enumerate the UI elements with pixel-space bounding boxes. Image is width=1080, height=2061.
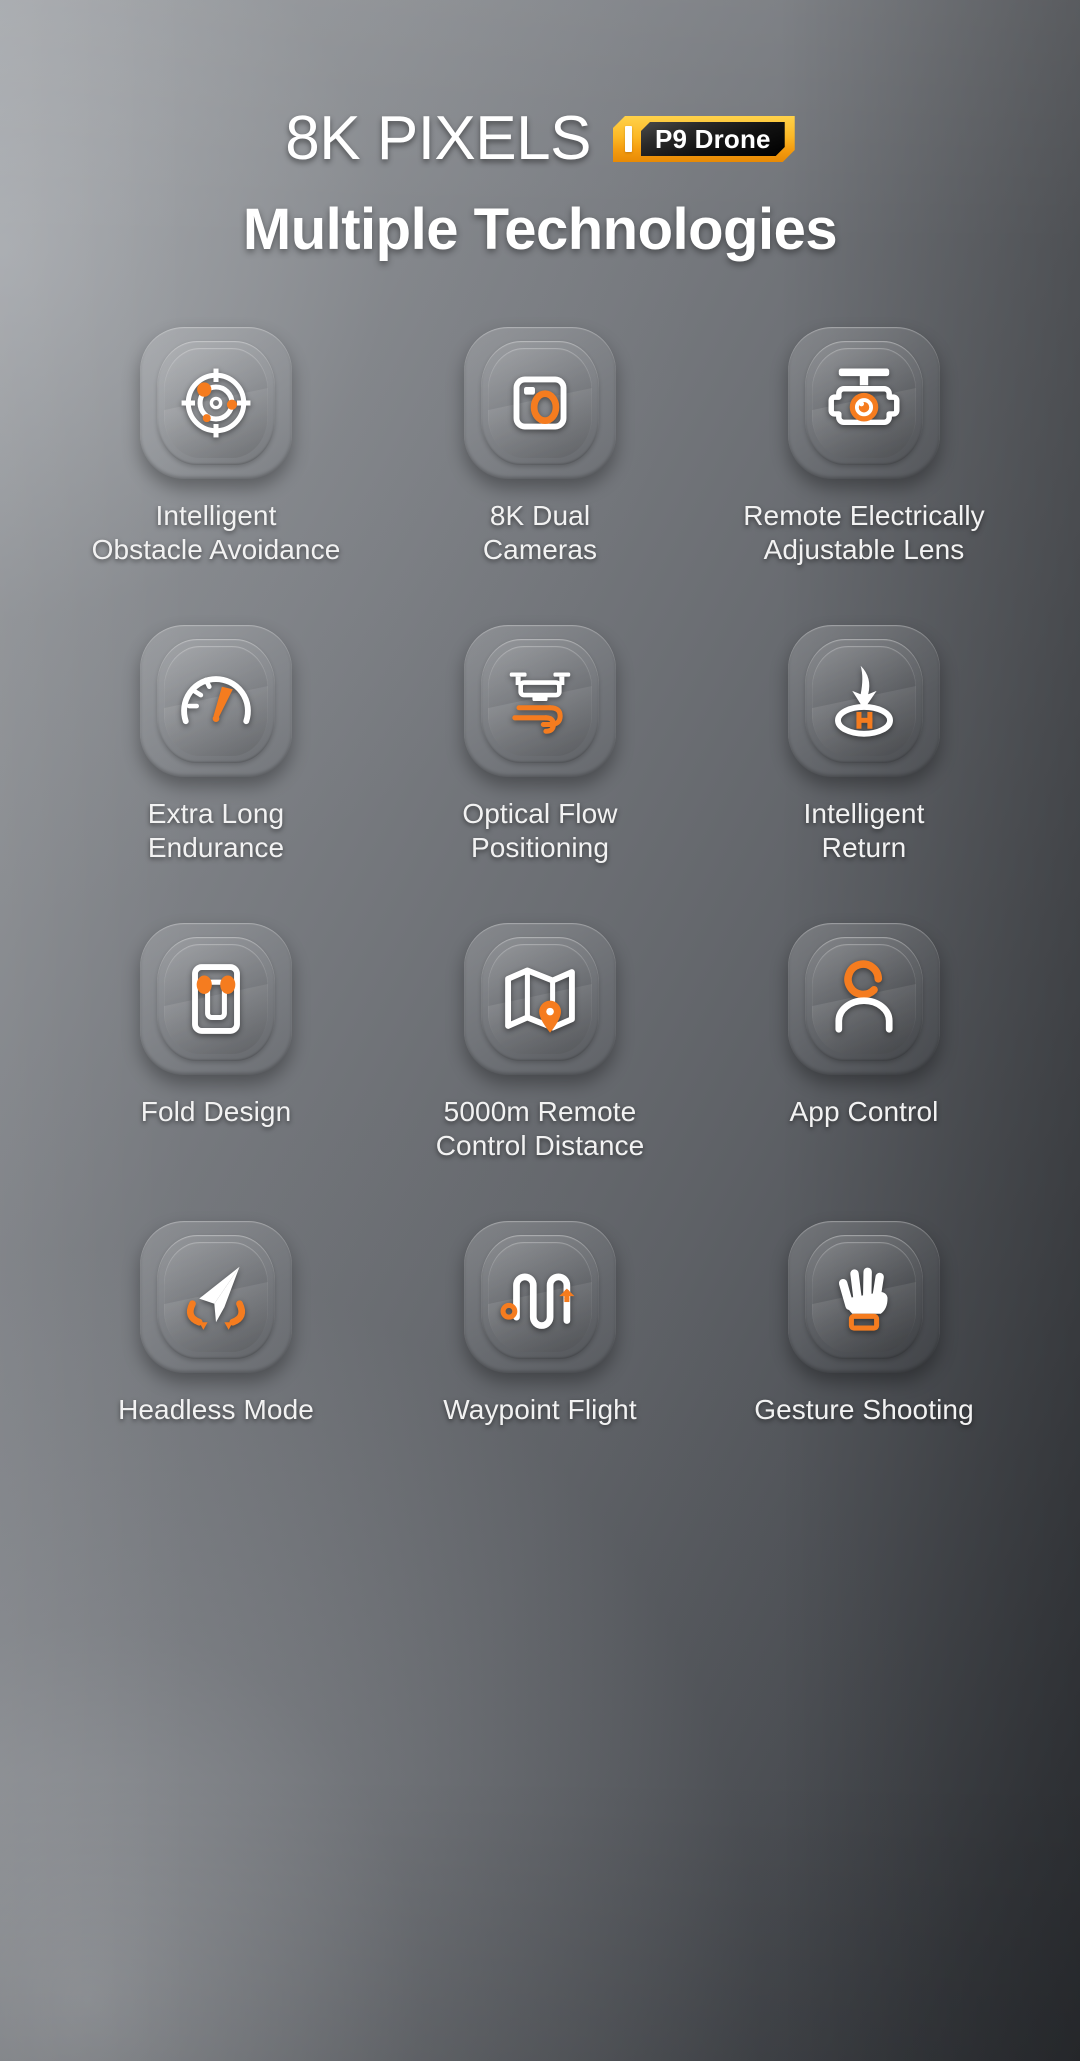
feature-label: Intelligent Obstacle Avoidance bbox=[92, 499, 341, 567]
feature-label: Remote Electrically Adjustable Lens bbox=[743, 499, 985, 567]
feature-item: App Control bbox=[702, 923, 1026, 1221]
feature-item: Remote Electrically Adjustable Lens bbox=[702, 327, 1026, 625]
feature-item: Fold Design bbox=[54, 923, 378, 1221]
feature-item: Extra Long Endurance bbox=[54, 625, 378, 923]
feature-tile bbox=[464, 625, 616, 777]
feature-tile bbox=[140, 327, 292, 479]
product-badge: P9 Drone bbox=[613, 116, 795, 162]
badge-label: P9 Drone bbox=[655, 124, 771, 155]
return-to-home-icon bbox=[822, 659, 906, 743]
feature-item: Intelligent Return bbox=[702, 625, 1026, 923]
header: 8K PIXELS P9 Drone Multiple Technologies bbox=[0, 0, 1080, 263]
feature-tile bbox=[788, 1221, 940, 1373]
feature-label: 5000m Remote Control Distance bbox=[436, 1095, 645, 1163]
feature-tile bbox=[464, 1221, 616, 1373]
radar-target-icon bbox=[174, 361, 258, 445]
map-pin-icon bbox=[498, 957, 582, 1041]
feature-tile bbox=[140, 1221, 292, 1373]
paper-plane-rotate-icon bbox=[174, 1255, 258, 1339]
feature-tile bbox=[140, 625, 292, 777]
waypoint-path-icon bbox=[498, 1255, 582, 1339]
feature-label: Waypoint Flight bbox=[443, 1393, 636, 1427]
feature-label: Gesture Shooting bbox=[754, 1393, 974, 1427]
feature-item: 8K Dual Cameras bbox=[378, 327, 702, 625]
feature-label: Optical Flow Positioning bbox=[462, 797, 617, 865]
feature-label: Extra Long Endurance bbox=[148, 797, 284, 865]
dual-camera-icon bbox=[498, 361, 582, 445]
gauge-speedometer-icon bbox=[174, 659, 258, 743]
page-title: 8K PIXELS bbox=[285, 108, 591, 170]
feature-tile bbox=[140, 923, 292, 1075]
feature-tile bbox=[788, 923, 940, 1075]
gimbal-camera-icon bbox=[822, 361, 906, 445]
feature-item: Optical Flow Positioning bbox=[378, 625, 702, 923]
feature-label: Fold Design bbox=[141, 1095, 292, 1129]
feature-label: Headless Mode bbox=[118, 1393, 314, 1427]
title-row: 8K PIXELS P9 Drone bbox=[0, 108, 1080, 170]
feature-label: Intelligent Return bbox=[804, 797, 925, 865]
feature-tile bbox=[464, 923, 616, 1075]
page-subtitle: Multiple Technologies bbox=[0, 196, 1080, 263]
badge-plate: P9 Drone bbox=[641, 122, 785, 156]
feature-item: 5000m Remote Control Distance bbox=[378, 923, 702, 1221]
feature-tile bbox=[788, 625, 940, 777]
badge-divider-bar bbox=[625, 126, 632, 152]
feature-label: 8K Dual Cameras bbox=[483, 499, 597, 567]
product-feature-infographic: 8K PIXELS P9 Drone Multiple Technologies bbox=[0, 0, 1080, 2061]
optical-flow-drone-icon bbox=[498, 659, 582, 743]
feature-item: Waypoint Flight bbox=[378, 1221, 702, 1519]
feature-label: App Control bbox=[790, 1095, 939, 1129]
feature-tile bbox=[788, 327, 940, 479]
person-app-control-icon bbox=[822, 957, 906, 1041]
feature-item: Intelligent Obstacle Avoidance bbox=[54, 327, 378, 625]
folded-drone-icon bbox=[174, 957, 258, 1041]
feature-tile bbox=[464, 327, 616, 479]
open-hand-icon bbox=[822, 1255, 906, 1339]
feature-grid: Intelligent Obstacle Avoidance 8K Dual C… bbox=[0, 327, 1080, 1519]
feature-item: Gesture Shooting bbox=[702, 1221, 1026, 1519]
feature-item: Headless Mode bbox=[54, 1221, 378, 1519]
